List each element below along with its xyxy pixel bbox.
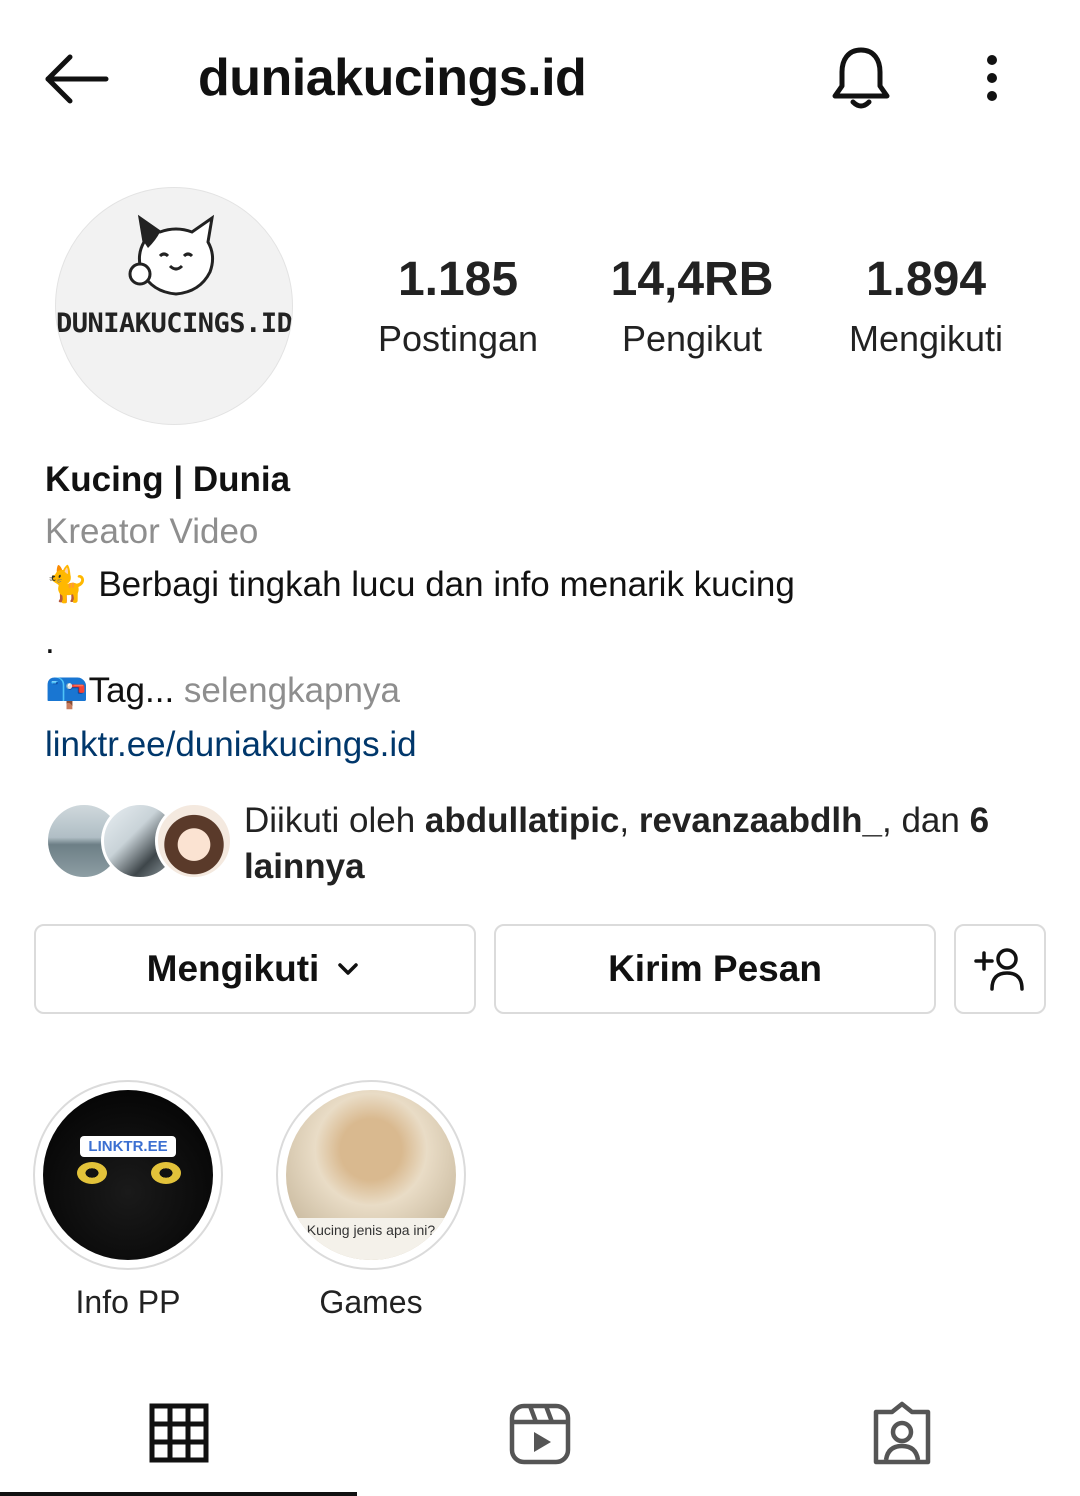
stat-posts[interactable]: 1.185 Postingan — [348, 250, 568, 364]
stat-following-value: 1.894 — [865, 253, 987, 306]
bio-line-3-text: Tag... — [88, 671, 175, 710]
stat-posts-label: Postingan — [377, 318, 539, 359]
followed-by-prefix: Diikuti oleh — [244, 801, 425, 840]
mutual-followers-avatars[interactable] — [45, 802, 233, 880]
bio-category: Kreator Video — [45, 512, 259, 551]
highlight-games-cover: Kucing jenis apa ini? — [286, 1090, 456, 1260]
lucky-cat-logo — [128, 214, 215, 296]
highlight-info-pp-label: Info PP — [75, 1284, 181, 1320]
profile-avatar[interactable]: DUNIAKUCINGS.ID — [55, 187, 293, 425]
chevron-down-icon — [338, 963, 359, 975]
highlight-info-pp[interactable]: LINKTR.EE — [33, 1080, 223, 1270]
mutual-user-1: abdullatipic — [424, 801, 620, 840]
bio-display-name: Kucing | Dunia — [45, 460, 291, 499]
back-arrow-icon[interactable] — [40, 44, 116, 114]
message-button[interactable]: Kirim Pesan — [494, 924, 936, 1014]
stat-followers-label: Pengikut — [621, 318, 763, 359]
bell-icon[interactable] — [826, 42, 896, 114]
bio-line-2: . — [45, 622, 55, 661]
cat-eye-right — [151, 1162, 181, 1184]
stat-following[interactable]: 1.894 Mengikuti — [816, 250, 1036, 364]
following-button-label: Mengikuti — [146, 948, 320, 989]
followed-by-mid: , dan — [882, 801, 970, 840]
add-person-icon — [974, 948, 1024, 991]
mutual-avatar-3 — [155, 802, 233, 880]
games-cover-caption: Kucing jenis apa ini? — [306, 1222, 436, 1238]
highlight-games[interactable]: Kucing jenis apa ini? — [276, 1080, 466, 1270]
followed-by-text[interactable]: Diikuti oleh abdullatipic, revanzaabdlh_… — [244, 798, 1044, 890]
tagged-icon[interactable] — [866, 1398, 938, 1470]
mutual-count: 6 — [969, 801, 990, 840]
following-button[interactable]: Mengikuti — [34, 924, 476, 1014]
linktree-badge: LINKTR.EE — [80, 1136, 176, 1157]
stat-followers[interactable]: 14,4RB Pengikut — [582, 250, 802, 364]
highlight-games-label: Games — [319, 1284, 423, 1320]
highlight-info-pp-cover: LINKTR.EE — [43, 1090, 213, 1260]
stat-posts-value: 1.185 — [397, 253, 519, 306]
suggest-users-button[interactable] — [954, 924, 1046, 1014]
stat-followers-value: 14,4RB — [610, 253, 774, 306]
cat-eye-left — [77, 1162, 107, 1184]
avatar-logo-text: DUNIAKUCINGS.ID — [56, 308, 293, 339]
see-more-link[interactable]: selengkapnya — [174, 671, 400, 710]
cat-emoji: 🐈 — [45, 565, 89, 604]
mailbox-emoji: 📪 — [45, 671, 89, 710]
stat-following-label: Mengikuti — [848, 318, 1004, 359]
bio-line-1-text: Berbagi tingkah lucu dan info menarik ku… — [98, 565, 795, 604]
profile-username-title: duniakucings.id — [198, 49, 587, 107]
mutual-user-2: revanzaabdlh_ — [638, 801, 882, 840]
followed-by-separator: , — [619, 801, 639, 840]
bio-line-3: 📪Tag... selengkapnya — [45, 668, 400, 714]
more-vertical-icon[interactable] — [972, 50, 1012, 110]
active-tab-indicator — [0, 1492, 357, 1496]
grid-icon[interactable] — [142, 1398, 214, 1470]
bio-external-link[interactable]: linktr.ee/duniakucings.id — [45, 722, 417, 768]
followed-by-suffix: lainnya — [244, 847, 365, 886]
bio-line-1: 🐈 Berbagi tingkah lucu dan info menarik … — [45, 562, 795, 608]
reels-icon[interactable] — [504, 1398, 576, 1470]
message-button-label: Kirim Pesan — [608, 948, 822, 989]
